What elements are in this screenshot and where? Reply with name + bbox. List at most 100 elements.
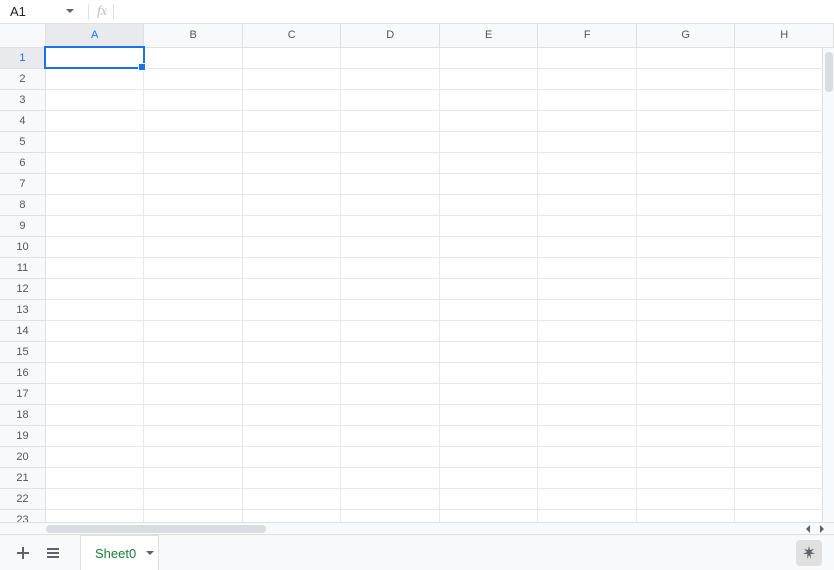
column-header[interactable]: E: [439, 24, 538, 47]
cell[interactable]: [538, 446, 636, 467]
cell[interactable]: [144, 152, 243, 173]
cell[interactable]: [735, 362, 834, 383]
cell[interactable]: [242, 152, 341, 173]
cell[interactable]: [45, 341, 144, 362]
row-header[interactable]: 1: [0, 47, 45, 68]
cell[interactable]: [439, 383, 538, 404]
cell[interactable]: [735, 173, 834, 194]
cell[interactable]: [144, 404, 243, 425]
cell[interactable]: [144, 110, 243, 131]
cell[interactable]: [144, 341, 243, 362]
cell[interactable]: [242, 89, 341, 110]
cell[interactable]: [144, 425, 243, 446]
cell[interactable]: [636, 320, 735, 341]
all-sheets-button[interactable]: [38, 538, 68, 568]
cell[interactable]: [636, 341, 735, 362]
cell[interactable]: [636, 194, 735, 215]
cell[interactable]: [341, 320, 440, 341]
row-header[interactable]: 11: [0, 257, 45, 278]
cell[interactable]: [439, 110, 538, 131]
row-header[interactable]: 7: [0, 173, 45, 194]
cell[interactable]: [341, 362, 440, 383]
cell[interactable]: [341, 68, 440, 89]
cell[interactable]: [538, 299, 636, 320]
cell[interactable]: [242, 341, 341, 362]
cell[interactable]: [242, 278, 341, 299]
cell[interactable]: [735, 47, 834, 68]
cell[interactable]: [439, 257, 538, 278]
cell[interactable]: [636, 278, 735, 299]
cell[interactable]: [439, 362, 538, 383]
cell[interactable]: [242, 131, 341, 152]
row-header[interactable]: 10: [0, 236, 45, 257]
cell[interactable]: [341, 110, 440, 131]
vertical-scrollbar-thumb[interactable]: [825, 52, 833, 92]
cell[interactable]: [538, 320, 636, 341]
cell[interactable]: [242, 362, 341, 383]
cell[interactable]: [341, 467, 440, 488]
cell[interactable]: [636, 257, 735, 278]
cell[interactable]: [242, 47, 341, 68]
cell[interactable]: [341, 278, 440, 299]
cell[interactable]: [45, 110, 144, 131]
column-header[interactable]: D: [341, 24, 440, 47]
row-header[interactable]: 6: [0, 152, 45, 173]
cell[interactable]: [45, 194, 144, 215]
row-header[interactable]: 23: [0, 509, 45, 522]
cell[interactable]: [538, 488, 636, 509]
cell[interactable]: [439, 404, 538, 425]
cell[interactable]: [242, 215, 341, 236]
cell[interactable]: [144, 173, 243, 194]
cell[interactable]: [242, 110, 341, 131]
cell[interactable]: [439, 152, 538, 173]
cell[interactable]: [341, 404, 440, 425]
cell[interactable]: [538, 383, 636, 404]
cell[interactable]: [735, 131, 834, 152]
cell[interactable]: [538, 404, 636, 425]
cell[interactable]: [45, 488, 144, 509]
cell[interactable]: [439, 131, 538, 152]
cell[interactable]: [735, 320, 834, 341]
cell[interactable]: [144, 320, 243, 341]
cell[interactable]: [636, 236, 735, 257]
row-header[interactable]: 4: [0, 110, 45, 131]
cell[interactable]: [735, 194, 834, 215]
cell[interactable]: [538, 173, 636, 194]
spreadsheet-grid[interactable]: A B C D E F G H 123456789101112131415161…: [0, 24, 834, 522]
cell[interactable]: [144, 131, 243, 152]
cell[interactable]: [735, 236, 834, 257]
sheet-tab-active[interactable]: Sheet0: [80, 535, 159, 570]
cell[interactable]: [538, 215, 636, 236]
cell[interactable]: [735, 383, 834, 404]
cell[interactable]: [735, 110, 834, 131]
cell[interactable]: [242, 488, 341, 509]
cell[interactable]: [636, 47, 735, 68]
cell[interactable]: [45, 446, 144, 467]
horizontal-scrollbar[interactable]: [46, 524, 762, 534]
cell[interactable]: [538, 152, 636, 173]
cell[interactable]: [341, 257, 440, 278]
cell[interactable]: [45, 152, 144, 173]
cell[interactable]: [538, 467, 636, 488]
cell[interactable]: [341, 446, 440, 467]
cell[interactable]: [439, 446, 538, 467]
formula-input[interactable]: [118, 1, 834, 23]
cell[interactable]: [341, 425, 440, 446]
cell[interactable]: [242, 467, 341, 488]
cell[interactable]: [735, 488, 834, 509]
explore-button[interactable]: [796, 540, 822, 566]
cell[interactable]: [735, 68, 834, 89]
cell[interactable]: [636, 362, 735, 383]
cell[interactable]: [636, 446, 735, 467]
row-header[interactable]: 18: [0, 404, 45, 425]
row-header[interactable]: 5: [0, 131, 45, 152]
cell[interactable]: [341, 215, 440, 236]
cell[interactable]: [735, 215, 834, 236]
column-header[interactable]: C: [242, 24, 341, 47]
cell[interactable]: [439, 320, 538, 341]
cell[interactable]: [735, 89, 834, 110]
cell[interactable]: [144, 278, 243, 299]
row-header[interactable]: 9: [0, 215, 45, 236]
cell[interactable]: [636, 299, 735, 320]
cell[interactable]: [144, 299, 243, 320]
